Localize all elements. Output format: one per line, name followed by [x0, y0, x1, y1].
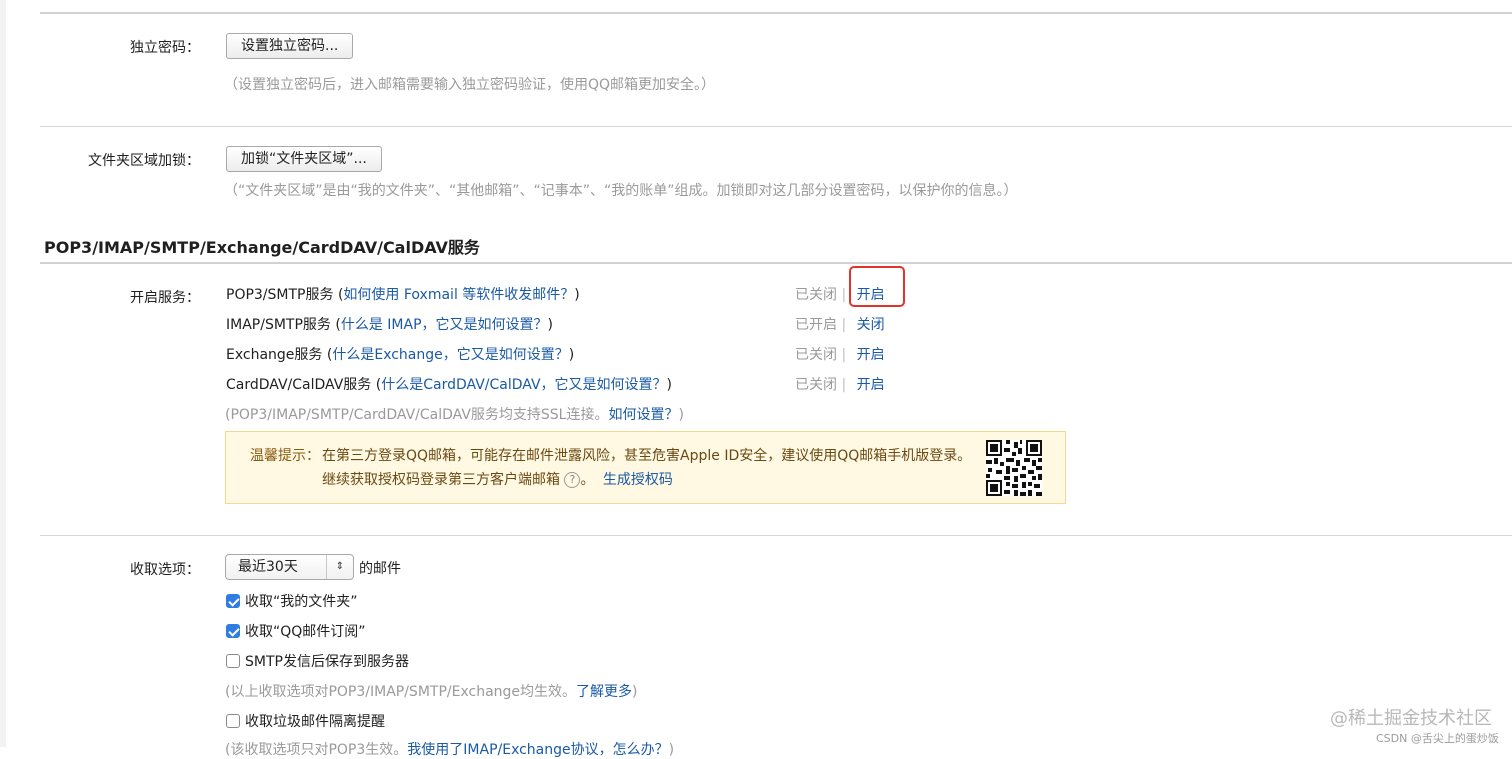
service-row-exchange: Exchange服务 (什么是Exchange，它又是如何设置？): [226, 347, 575, 363]
folder-lock-button[interactable]: 加锁“文件夹区域”...: [226, 146, 382, 172]
services-section-title: POP3/IMAP/SMTP/Exchange/CardDAV/CalDAV服务: [44, 238, 480, 257]
tip-line-1: 在第三方登录QQ邮箱，可能存在邮件泄露风险，甚至危害Apple ID安全，建议使…: [322, 448, 972, 464]
receive-my-folders-label: 收取“我的文件夹”: [245, 594, 358, 610]
receive-options-label: 收取选项：: [130, 562, 200, 578]
service-row-imap: IMAP/SMTP服务 (什么是 IMAP，它又是如何设置？): [226, 317, 553, 333]
enable-services-label: 开启服务：: [130, 290, 200, 306]
services-divider: [40, 262, 1512, 264]
tip-prefix: 温馨提示：: [250, 448, 320, 464]
select-arrows-icon: ⇕: [326, 555, 353, 579]
service-status-carddav: 已关闭 | 开启: [795, 377, 885, 393]
exchange-help-link[interactable]: 什么是Exchange，它又是如何设置？: [332, 347, 568, 363]
service-name: CardDAV/CalDAV服务: [226, 377, 372, 393]
service-name: IMAP/SMTP服务: [226, 317, 331, 333]
watermark-csdn: CSDN @舌尖上的蛋炒饭: [1376, 732, 1499, 745]
smtp-save-to-server-checkbox[interactable]: [226, 654, 240, 668]
receive-qq-subscription-checkbox[interactable]: [226, 624, 240, 638]
smtp-save-to-server-label: SMTP发信后保存到服务器: [245, 654, 409, 670]
folder-lock-label: 文件夹区域加锁：: [88, 153, 200, 169]
spam-quarantine-label: 收取垃圾邮件隔离提醒: [245, 714, 385, 730]
receive-qq-subscription-label: 收取“QQ邮件订阅”: [245, 624, 366, 640]
service-name: POP3/SMTP服务: [226, 287, 334, 303]
service-name: Exchange服务: [226, 347, 323, 363]
folder-lock-hint: （“文件夹区域”是由“我的文件夹”、“其他邮箱”、“记事本”、“我的账单”组成。…: [224, 183, 1018, 199]
independent-password-label: 独立密码：: [130, 40, 200, 56]
set-independent-password-button[interactable]: 设置独立密码...: [226, 33, 354, 59]
watermark-juejin: @稀土掘金技术社区: [1330, 708, 1492, 729]
receive-my-folders-checkbox[interactable]: [226, 594, 240, 608]
exchange-enable-link[interactable]: 开启: [857, 347, 885, 363]
imap-help-link[interactable]: 什么是 IMAP，它又是如何设置？: [341, 317, 548, 333]
receive-range-suffix: 的邮件: [359, 561, 401, 577]
carddav-enable-link[interactable]: 开启: [857, 377, 885, 393]
receive-options-hint: (以上收取选项对POP3/IMAP/SMTP/Exchange均生效。了解更多): [225, 684, 638, 700]
spam-hint-cutoff: (该收取选项只对POP3生效。我使用了IMAP/Exchange协议，怎么办？): [225, 742, 675, 758]
ssl-hint: (POP3/IMAP/SMTP/CardDAV/CalDAV服务均支持SSL连接…: [225, 407, 684, 423]
independent-password-hint: （设置独立密码后，进入邮箱需要输入独立密码验证，使用QQ邮箱更加安全。）: [224, 77, 716, 93]
imap-exchange-help-link[interactable]: 我使用了IMAP/Exchange协议，怎么办？: [407, 742, 668, 758]
warning-tip-box: [225, 431, 1066, 504]
service-status-exchange: 已关闭 | 开启: [795, 347, 885, 363]
highlight-box: [849, 266, 905, 307]
spam-quarantine-checkbox[interactable]: [226, 714, 240, 728]
divider-1: [40, 126, 1512, 127]
service-row-carddav: CardDAV/CalDAV服务 (什么是CardDAV/CalDAV，它又是如…: [226, 377, 673, 393]
ssl-how-to-link[interactable]: 如何设置？: [608, 407, 678, 423]
left-margin-bar: [0, 0, 6, 747]
carddav-help-link[interactable]: 什么是CardDAV/CalDAV，它又是如何设置？: [381, 377, 666, 393]
imap-disable-link[interactable]: 关闭: [857, 317, 885, 333]
service-row-pop3: POP3/SMTP服务 (如何使用 Foxmail 等软件收发邮件？): [226, 287, 580, 303]
help-circle-icon[interactable]: ?: [564, 472, 581, 488]
service-status-imap: 已开启 | 关闭: [795, 317, 885, 333]
learn-more-link[interactable]: 了解更多: [576, 684, 632, 700]
top-section-divider: [40, 12, 1512, 14]
divider-2: [40, 535, 1512, 536]
receive-range-select[interactable]: 最近30天 ⇕: [225, 554, 354, 580]
generate-auth-code-link[interactable]: 生成授权码: [603, 472, 673, 488]
qr-code-icon: [986, 440, 1042, 496]
pop3-help-link[interactable]: 如何使用 Foxmail 等软件收发邮件？: [343, 287, 574, 303]
tip-line-2: 继续获取授权码登录第三方客户端邮箱 ?。 生成授权码: [322, 472, 673, 488]
